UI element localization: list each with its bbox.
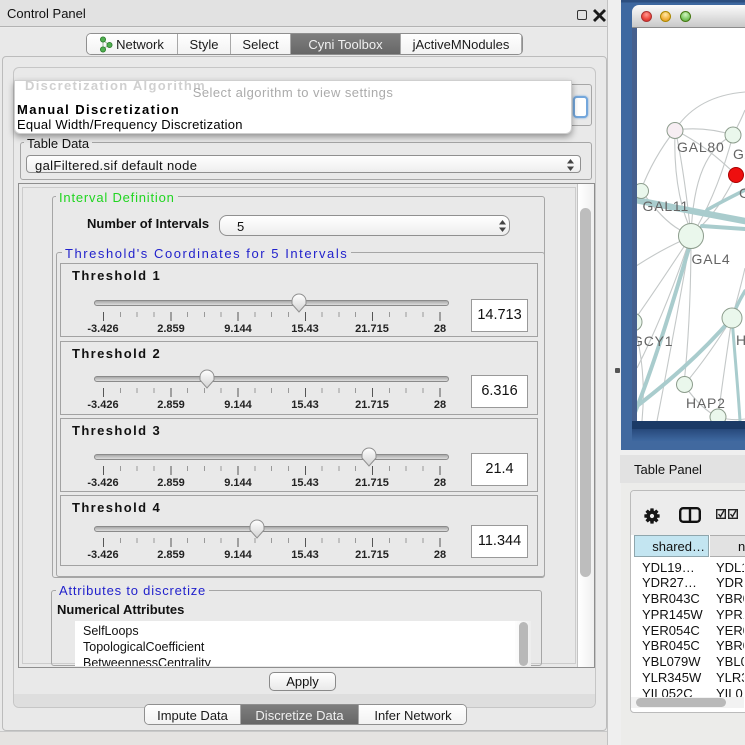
svg-text:GAL80: GAL80 (677, 139, 725, 155)
svg-text:GAL11: GAL11 (643, 198, 690, 214)
svg-text:C: C (739, 185, 745, 201)
svg-text:H: H (736, 332, 745, 348)
svg-text:GAL4: GAL4 (692, 251, 731, 267)
svg-text:GCY1: GCY1 (637, 333, 673, 349)
svg-text:GA: GA (733, 146, 745, 162)
svg-text:HAP2: HAP2 (686, 395, 726, 411)
